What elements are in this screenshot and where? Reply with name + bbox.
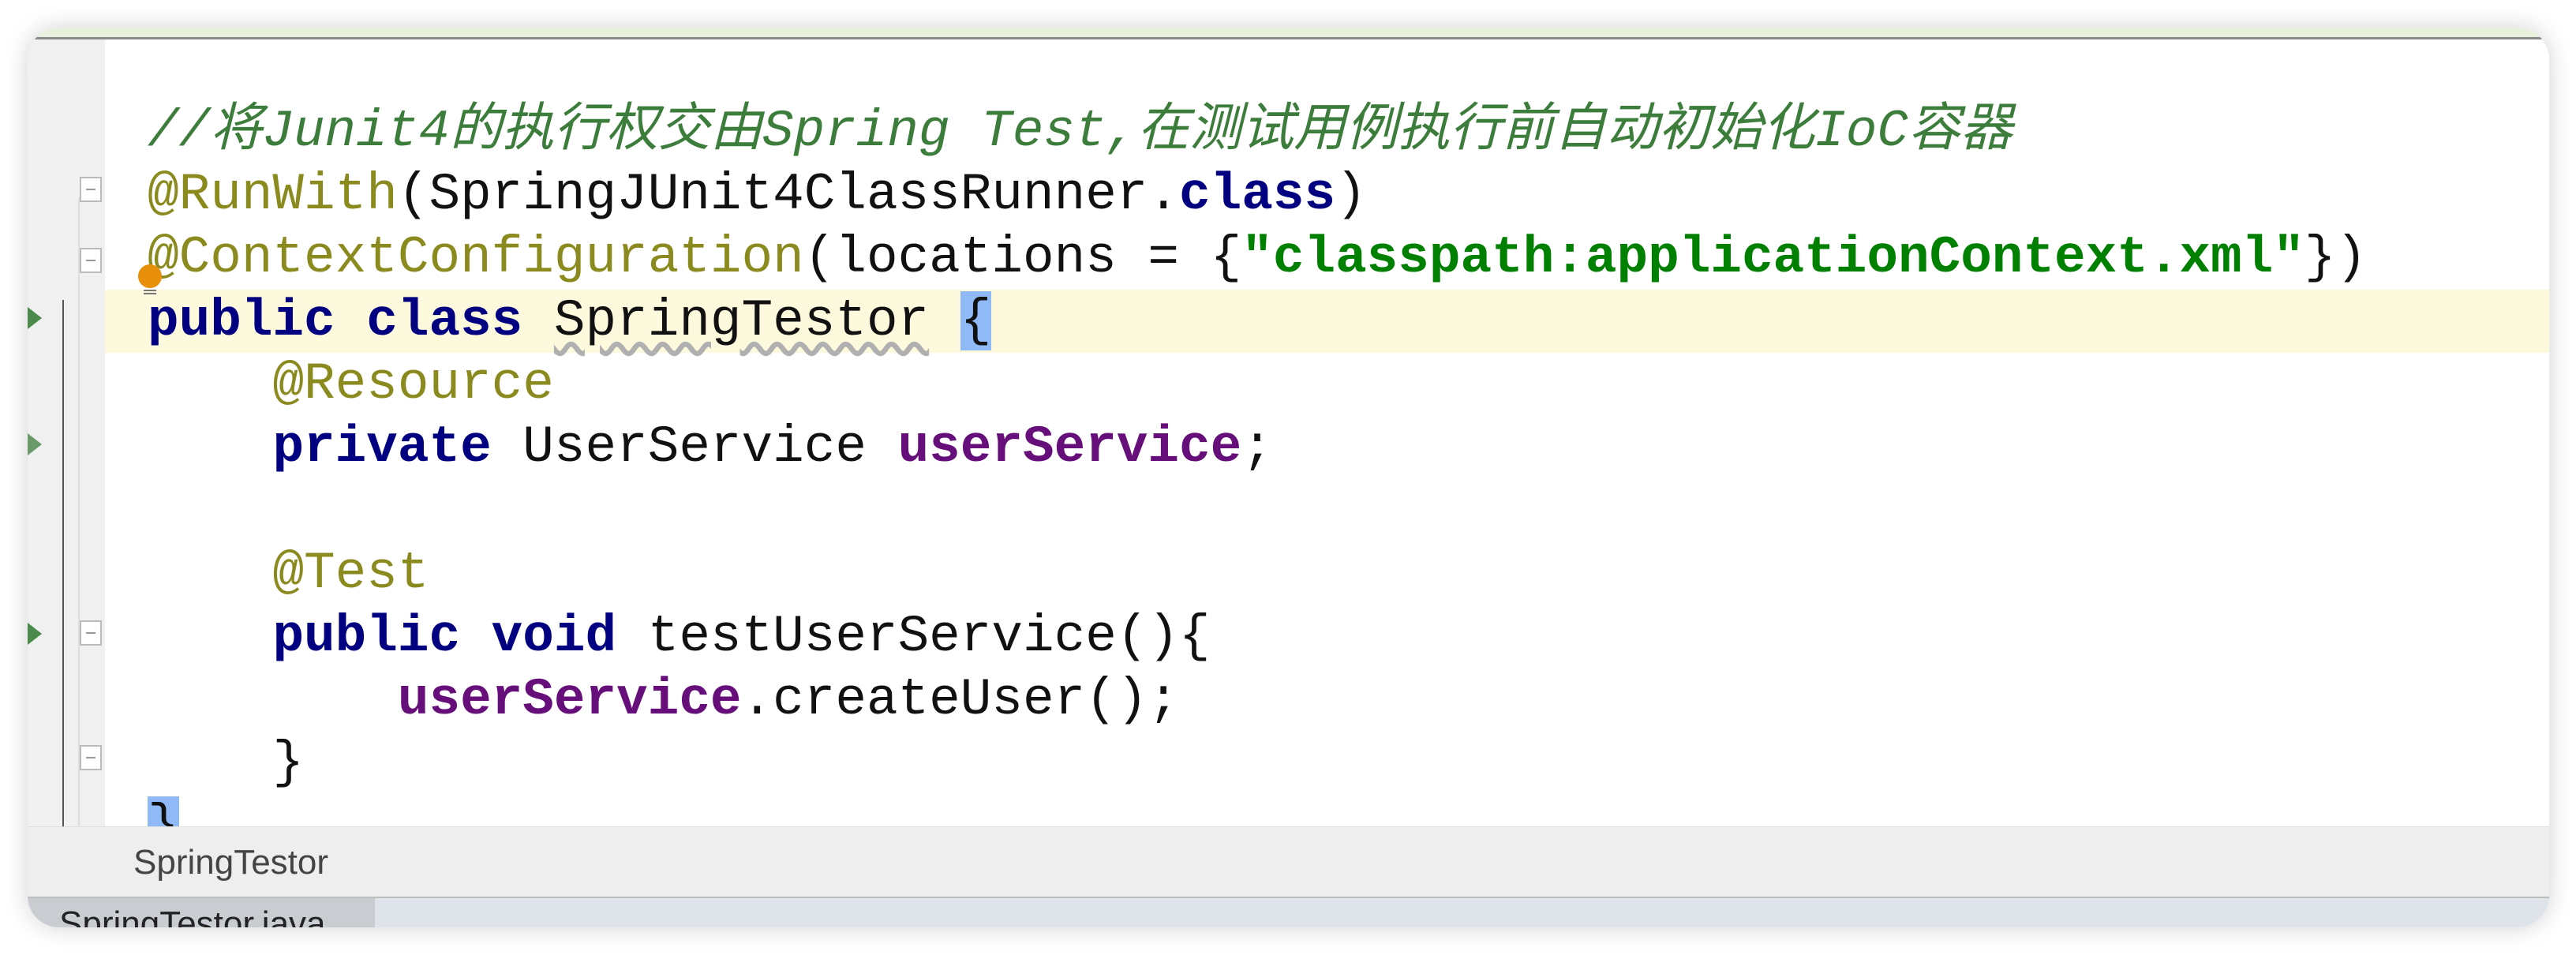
code-token: //将Junit4的执行权交由Spring Test,在测试用例执行前自动初始化… <box>148 102 2012 161</box>
lightbulb-icon[interactable] <box>138 264 162 296</box>
code-token: class <box>1179 165 1336 224</box>
code-line[interactable]: @Resource <box>105 353 2549 416</box>
code-editor[interactable]: //将Junit4的执行权交由Spring Test,在测试用例执行前自动初始化… <box>105 39 2549 856</box>
ide-window: //将Junit4的执行权交由Spring Test,在测试用例执行前自动初始化… <box>28 28 2549 927</box>
code-token: public void <box>272 607 648 666</box>
code-token: }) <box>2304 228 2368 287</box>
code-line[interactable]: private UserService userService; <box>105 416 2549 479</box>
top-strip <box>28 28 2549 39</box>
code-line[interactable]: } <box>105 732 2549 795</box>
code-token: public class <box>148 291 554 350</box>
code-token: @Test <box>272 544 429 603</box>
code-line[interactable]: @ContextConfiguration(locations = {"clas… <box>105 227 2549 290</box>
code-token: @RunWith <box>148 165 398 224</box>
code-line[interactable]: @Test <box>105 542 2549 605</box>
code-token: .createUser(); <box>741 670 1180 729</box>
code-token: userService <box>397 670 742 729</box>
code-token: ; <box>1241 418 1273 477</box>
editor-gutter[interactable] <box>28 39 105 838</box>
fold-icon[interactable] <box>80 248 102 273</box>
code-token: "classpath:applicationContext.xml" <box>1241 228 2305 287</box>
tab-bar: SpringTestor.java <box>28 898 2549 927</box>
fold-icon[interactable] <box>80 745 102 770</box>
code-token: UserService <box>522 418 898 477</box>
tab-springtestor[interactable]: SpringTestor.java <box>28 898 375 927</box>
breadcrumb: SpringTestor <box>28 826 2549 899</box>
code-line[interactable] <box>105 479 2549 542</box>
code-line[interactable]: //将Junit4的执行权交由Spring Test,在测试用例执行前自动初始化… <box>105 100 2549 163</box>
code-line[interactable]: @RunWith(SpringJUnit4ClassRunner.class) <box>105 163 2549 227</box>
code-token: @ContextConfiguration <box>148 228 804 287</box>
code-line[interactable]: public class SpringTestor { <box>105 290 2549 353</box>
code-line[interactable]: userService.createUser(); <box>105 668 2549 732</box>
fold-guide <box>78 197 80 838</box>
breadcrumb-item[interactable]: SpringTestor <box>133 843 328 882</box>
code-token: @Resource <box>272 354 554 414</box>
run-icon[interactable] <box>28 623 42 645</box>
code-token: userService <box>897 418 1242 477</box>
fold-icon[interactable] <box>80 620 102 646</box>
code-token: ) <box>1335 165 1367 224</box>
code-token: testUserService(){ <box>647 607 1211 666</box>
code-token: (locations = { <box>803 228 1242 287</box>
code-token: { <box>960 291 992 350</box>
gutter-divider <box>62 300 64 838</box>
code-token: SpringTestor <box>553 291 930 350</box>
tab-label: SpringTestor.java <box>59 904 326 927</box>
fold-icon[interactable] <box>80 177 102 202</box>
code-token: } <box>148 733 305 792</box>
code-token: (SpringJUnit4ClassRunner. <box>397 165 1180 224</box>
code-line[interactable]: public void testUserService(){ <box>105 605 2549 668</box>
code-token: private <box>272 418 523 477</box>
run-icon[interactable] <box>28 433 42 455</box>
run-icon[interactable] <box>28 307 42 329</box>
